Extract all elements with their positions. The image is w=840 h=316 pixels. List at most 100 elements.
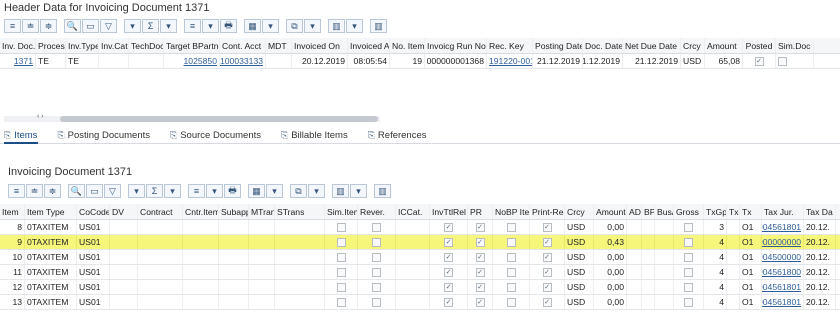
column-header-mtrans[interactable]: MTrans (249, 204, 275, 219)
column-header-invoicg-run-no[interactable]: Invoicg Run No. (425, 38, 487, 53)
tab-posting-documents[interactable]: ⎘ Posting Documents (57, 130, 150, 141)
tab-references[interactable]: ⎘ References (368, 130, 427, 141)
column-header-contract[interactable]: Contract (138, 204, 183, 219)
cell-value[interactable]: 3904561801 (762, 282, 801, 292)
column-header-tx[interactable]: Tx (740, 204, 762, 219)
table-row[interactable]: 13 0TAXITEM US01 ✓ ✓ ✓ USD 0,00 4 O1 3904561801 20.… (0, 295, 840, 310)
cell-value[interactable]: 100033133 (220, 56, 263, 66)
column-header-nobp-item[interactable]: NoBP Item (493, 204, 530, 219)
column-header-gross[interactable]: Gross (674, 204, 704, 219)
export-menu-button[interactable]: ▾ (266, 184, 283, 198)
cell-value[interactable]: 1371 (14, 56, 33, 66)
filter-menu-button[interactable]: ▾ (128, 184, 145, 198)
column-header-inv-cat[interactable]: Inv.Cat (99, 38, 129, 53)
table-row[interactable]: 12 0TAXITEM US01 ✓ ✓ ✓ USD 0,00 4 O1 3904561801 20.… (0, 280, 840, 295)
table-row-selected[interactable]: 9 0TAXITEM US01 ✓ ✓ ✓ USD 0,43 4 O1 3900000000 20.1… (0, 235, 840, 250)
column-header-sim-item[interactable]: Sim.Item (325, 204, 358, 219)
sum-icon[interactable]: Σ (146, 184, 163, 198)
view-menu-button[interactable]: ▾ (346, 19, 363, 33)
details-menu-button[interactable]: ▾ (206, 184, 223, 198)
column-header-tax-da[interactable]: Tax Da (804, 204, 836, 219)
column-header-subappl[interactable]: Subappl (219, 204, 249, 219)
print-icon[interactable]: 🖶 (224, 184, 241, 198)
cell-value[interactable]: 3904561800 (762, 267, 801, 277)
column-header-sim-doc[interactable]: Sim.Doc (776, 38, 814, 53)
table-row[interactable]: 10 0TAXITEM US01 ✓ ✓ ✓ USD 0,00 4 O1 3904500000 20.… (0, 250, 840, 265)
column-header-ad[interactable]: AD (627, 204, 642, 219)
filter-icon[interactable]: ▭ (82, 19, 99, 33)
column-header-bp[interactable]: BP (642, 204, 655, 219)
scrollbar-thumb[interactable] (60, 116, 378, 122)
sort-descending-button[interactable]: ≑ (44, 184, 61, 198)
column-header-net-due-date[interactable]: Net Due Date (623, 38, 681, 53)
horizontal-scrollbar[interactable] (4, 116, 380, 122)
scroll-arrows-icon[interactable]: ‹ › (37, 113, 44, 120)
column-header-inv-type[interactable]: Inv.Type (66, 38, 99, 53)
cell-value[interactable]: 3900000000 (762, 237, 801, 247)
column-header-cocode[interactable]: CoCode (77, 204, 110, 219)
view-details-button[interactable]: ▥ (374, 184, 391, 198)
view-menu-button[interactable]: ▾ (350, 184, 367, 198)
column-header-cont-acct[interactable]: Cont. Acct (220, 38, 266, 53)
column-header-invoiced-at[interactable]: Invoiced At (348, 38, 390, 53)
view-details-button[interactable]: ▥ (370, 19, 387, 33)
cell-value[interactable]: 191220-001 (489, 56, 532, 66)
select-all-button[interactable]: ≡ (8, 184, 25, 198)
column-header-tx[interactable]: Tx (727, 204, 740, 219)
filter-icon[interactable]: ▭ (86, 184, 103, 198)
details-menu-button[interactable]: ▾ (202, 19, 219, 33)
tab-source-documents[interactable]: ⎘ Source Documents (170, 130, 261, 141)
export-icon[interactable]: ▦ (244, 19, 261, 33)
header-cell-target-bpartner[interactable]: 1025850 (164, 54, 220, 68)
filter-button[interactable]: ▽ (100, 19, 117, 33)
table-row[interactable]: 1371 TE TE 1025850 100033133 20.12.2019 08:05:… (0, 54, 840, 69)
export-menu-button[interactable]: ▾ (262, 19, 279, 33)
cell-value[interactable]: 1025850 (184, 56, 217, 66)
header-cell-cont-acct[interactable]: 100033133 (220, 54, 266, 68)
layout-menu-button[interactable]: ▾ (304, 19, 321, 33)
column-header-posting-date[interactable]: Posting Date (533, 38, 583, 53)
column-header-techdoc[interactable]: TechDoc. (129, 38, 164, 53)
sum-icon[interactable]: Σ (142, 19, 159, 33)
column-header-crcy[interactable]: Crcy (681, 38, 705, 53)
sort-ascending-button[interactable]: ≐ (22, 19, 39, 33)
column-header-print-rel[interactable]: Print-Rel (530, 204, 565, 219)
select-all-button[interactable]: ≡ (4, 19, 21, 33)
column-header-txgp[interactable]: TxGp (704, 204, 727, 219)
find-button[interactable]: 🔍 (64, 19, 81, 33)
column-header-inv-doc[interactable]: Inv. Doc. (0, 38, 36, 53)
header-cell-rec-key[interactable]: 191220-001 (487, 54, 533, 68)
sum-menu-button[interactable]: ▾ (164, 184, 181, 198)
table-row[interactable]: 11 0TAXITEM US01 ✓ ✓ ✓ USD 0,00 4 O1 3904561800 20.… (0, 265, 840, 280)
view-icon[interactable]: ▥ (328, 19, 345, 33)
export-icon[interactable]: ▦ (248, 184, 265, 198)
column-header-item-type[interactable]: Item Type (25, 204, 77, 219)
column-header-iccat[interactable]: ICCat. (396, 204, 430, 219)
column-header-dv[interactable]: DV (110, 204, 138, 219)
sort-descending-button[interactable]: ≑ (40, 19, 57, 33)
column-header-posted[interactable]: Posted (743, 38, 776, 53)
column-header-rever[interactable]: Rever. (358, 204, 396, 219)
column-header-target-bpartner[interactable]: Target BPartner (164, 38, 220, 53)
column-header-no-items[interactable]: No. Items (390, 38, 425, 53)
column-header-invttlrel[interactable]: InvTtlRel (430, 204, 468, 219)
column-header-doc-date[interactable]: Doc. Date (583, 38, 623, 53)
column-header-amount[interactable]: Amount (594, 204, 627, 219)
column-header-cntr-item[interactable]: Cntr.Item (183, 204, 219, 219)
cell-value[interactable]: 3904561801 (762, 222, 801, 232)
column-header-rec-key[interactable]: Rec. Key (487, 38, 533, 53)
column-header-busa[interactable]: BusA (655, 204, 674, 219)
column-header-process[interactable]: Process (36, 38, 66, 53)
filter-menu-button[interactable]: ▾ (124, 19, 141, 33)
sum-menu-button[interactable]: ▾ (160, 19, 177, 33)
print-icon[interactable]: 🖶 (220, 19, 237, 33)
column-header-invoiced-on[interactable]: Invoiced On (292, 38, 348, 53)
column-header-item[interactable]: Item (0, 204, 25, 219)
sort-ascending-button[interactable]: ≐ (26, 184, 43, 198)
column-header-tax-jur[interactable]: Tax Jur. (762, 204, 804, 219)
tab-items[interactable]: ⎘ Items (4, 130, 37, 141)
column-header-strans[interactable]: STrans (275, 204, 325, 219)
column-header-crcy[interactable]: Crcy (565, 204, 594, 219)
column-header-amount[interactable]: Amount (705, 38, 743, 53)
details-button[interactable]: ≡ (188, 184, 205, 198)
